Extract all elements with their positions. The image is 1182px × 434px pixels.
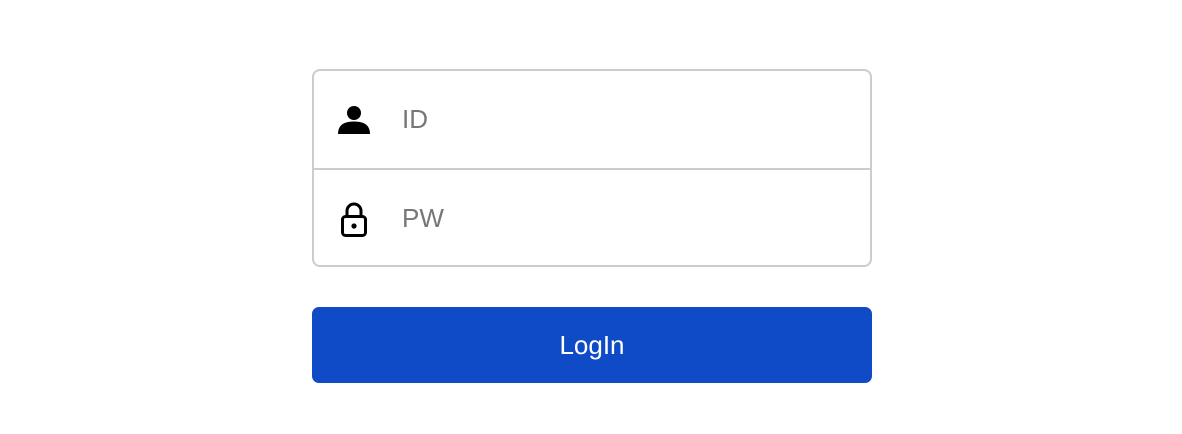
login-button[interactable]: LogIn	[312, 307, 872, 383]
lock-icon	[336, 201, 372, 237]
pw-field-row	[314, 168, 870, 265]
id-field-row	[314, 71, 870, 168]
id-input[interactable]	[402, 71, 854, 168]
credentials-group	[312, 69, 872, 267]
pw-input[interactable]	[402, 170, 854, 265]
login-form: LogIn	[312, 69, 872, 383]
user-icon	[336, 102, 372, 138]
